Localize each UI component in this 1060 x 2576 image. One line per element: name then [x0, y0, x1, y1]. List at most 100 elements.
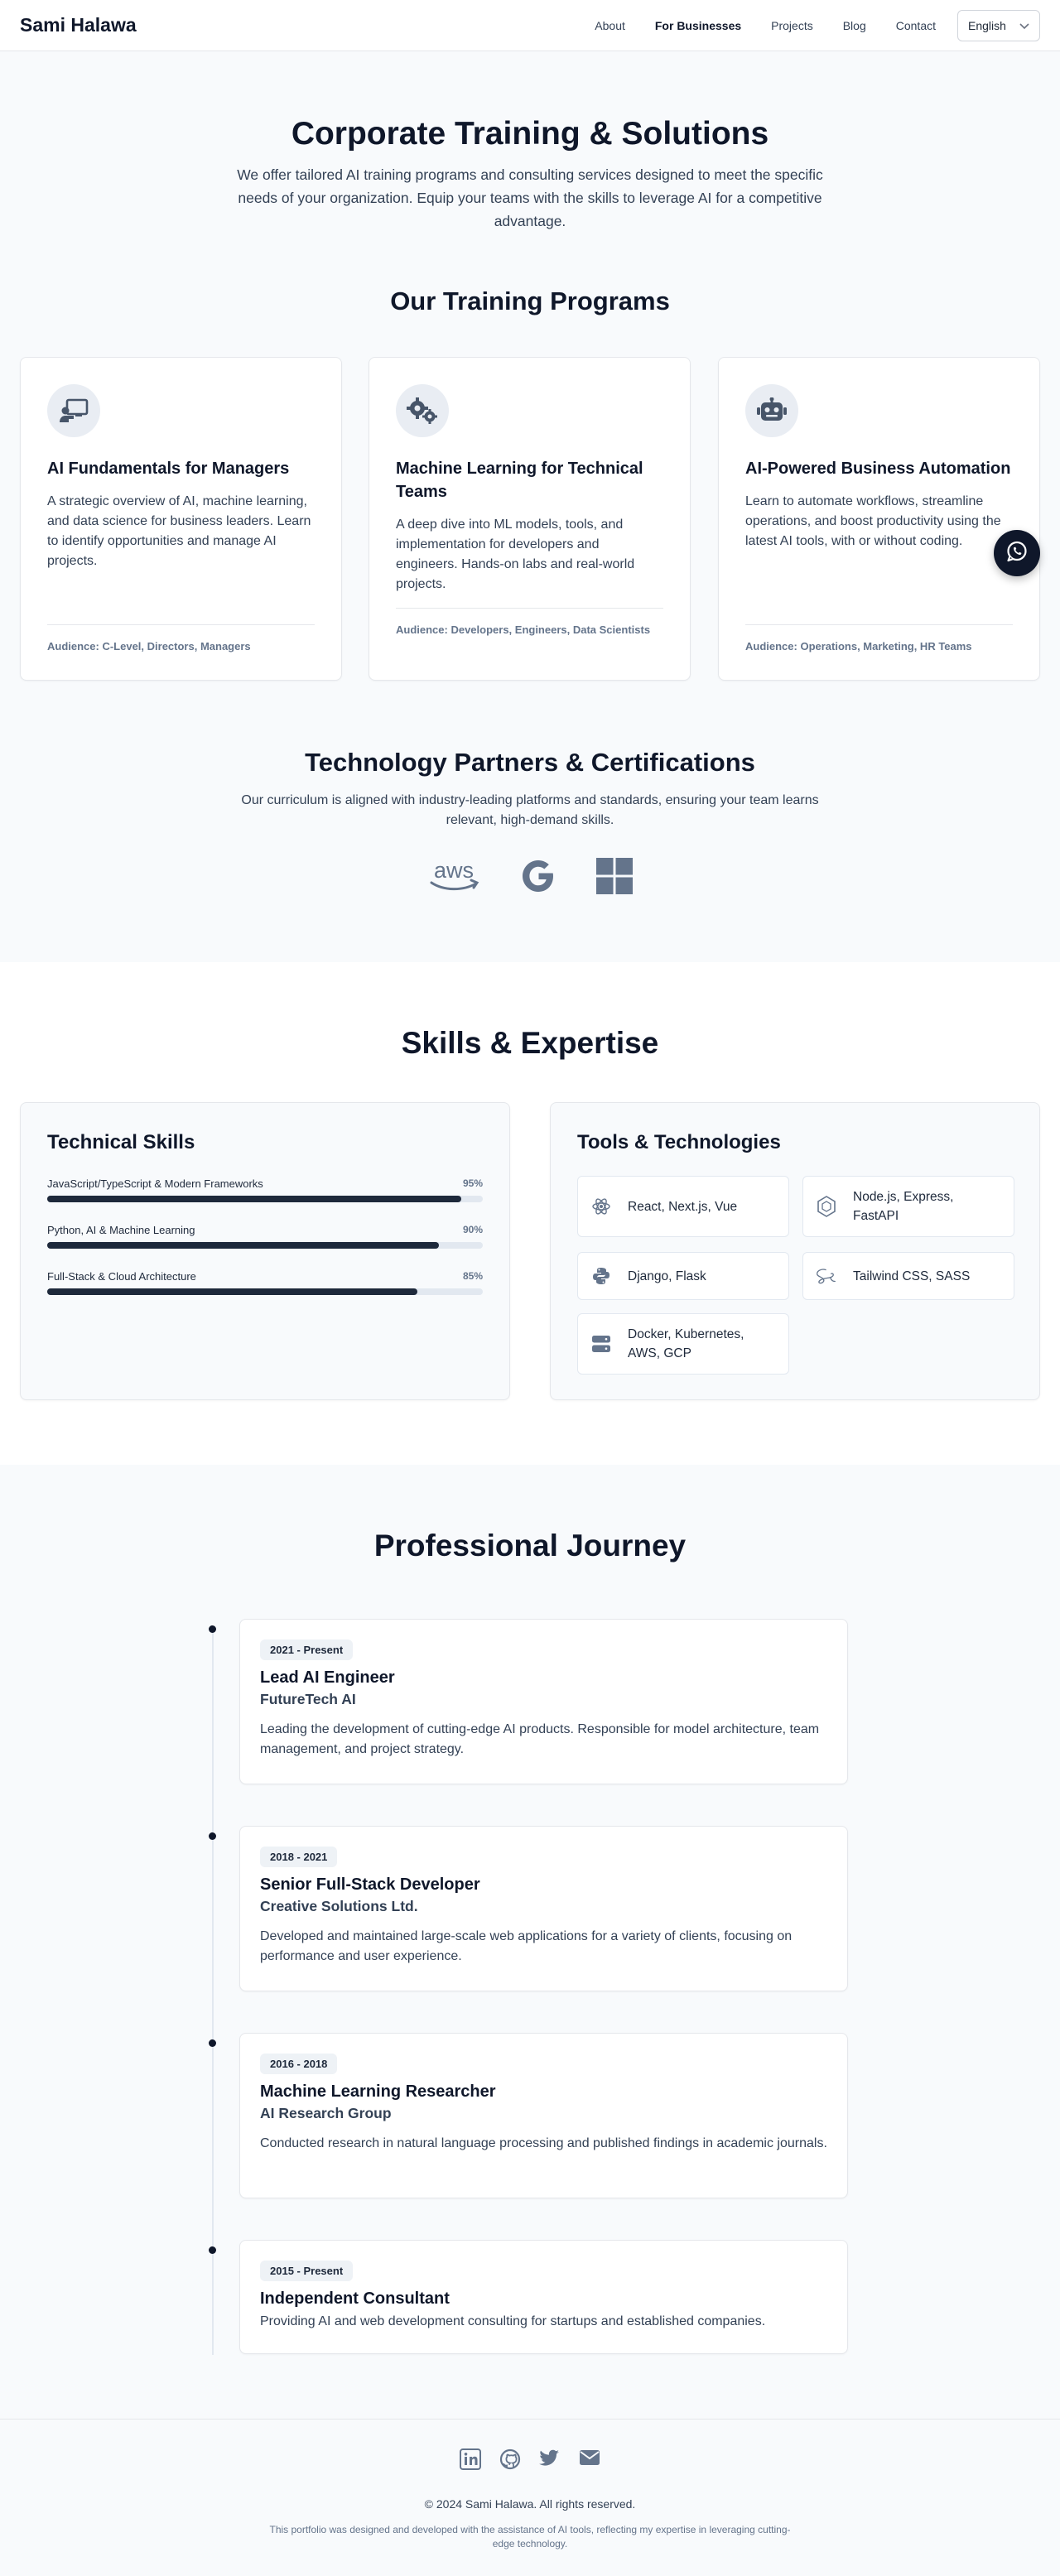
nav-about[interactable]: About	[595, 19, 625, 32]
journey-card: 2018 - 2021 Senior Full-Stack Developer …	[239, 1826, 848, 1991]
journey-role: Lead AI Engineer	[260, 1668, 395, 1687]
journey-company: Creative Solutions Ltd.	[260, 1898, 418, 1914]
technical-skills-card: Technical Skills JavaScript/TypeScript &…	[20, 1102, 510, 1400]
nodejs-icon	[815, 1196, 838, 1217]
journey-description: Conducted research in natural language p…	[260, 2136, 827, 2150]
tool-label: Django, Flask	[628, 1269, 706, 1283]
tool-item: Docker, Kubernetes, AWS, GCP	[577, 1313, 789, 1375]
aws-logo-text: aws	[434, 858, 474, 883]
technical-skills-title: Technical Skills	[47, 1131, 195, 1153]
journey-role: Senior Full-Stack Developer	[260, 1875, 480, 1894]
programs-title: Our Training Programs	[390, 286, 670, 315]
gears-icon	[396, 384, 449, 437]
mail-icon[interactable]	[579, 2448, 600, 2474]
github-icon[interactable]	[499, 2448, 521, 2474]
program-title: AI Fundamentals for Managers	[47, 460, 290, 478]
nav-blog[interactable]: Blog	[843, 19, 866, 32]
program-card: AI-Powered Business Automation Learn to …	[718, 357, 1040, 681]
skill-label: Full-Stack & Cloud Architecture	[47, 1270, 196, 1283]
program-audience: Audience: Developers, Engineers, Data Sc…	[396, 608, 663, 638]
skill-row: Python, AI & Machine Learning 90%	[47, 1224, 483, 1249]
partner-logos: aws	[0, 855, 1060, 898]
social-links	[0, 2448, 1060, 2474]
partners-subtitle: Our curriculum is aligned with industry-…	[241, 793, 819, 827]
skill-bar	[47, 1242, 483, 1249]
program-audience: Audience: C-Level, Directors, Managers	[47, 624, 315, 655]
tool-item: React, Next.js, Vue	[577, 1176, 789, 1237]
timeline-dot	[209, 1832, 216, 1840]
skill-bar	[47, 1196, 483, 1202]
period-badge: 2018 - 2021	[260, 1847, 338, 1867]
language-value: English	[968, 19, 1006, 32]
server-icon	[590, 1335, 613, 1353]
program-card: AI Fundamentals for Managers A strategic…	[20, 357, 342, 681]
tool-label: Docker, Kubernetes, AWS, GCP	[628, 1327, 744, 1360]
tool-item: Tailwind CSS, SASS	[802, 1252, 1014, 1300]
react-icon	[590, 1197, 613, 1216]
nav-projects[interactable]: Projects	[771, 19, 813, 32]
program-card: Machine Learning for Technical Teams A d…	[369, 357, 691, 681]
tool-label: React, Next.js, Vue	[628, 1199, 738, 1214]
copyright: © 2024 Sami Halawa. All rights reserved.	[424, 2497, 636, 2511]
aws-logo: aws	[427, 855, 480, 898]
skill-percent: 95%	[462, 1177, 483, 1189]
tool-item: Django, Flask	[577, 1252, 789, 1300]
main-nav: About For Businesses Projects Blog Conta…	[565, 10, 1040, 41]
journey-card: 2015 - Present Independent Consultant Pr…	[239, 2240, 848, 2354]
skill-label: Python, AI & Machine Learning	[47, 1224, 195, 1236]
page-title: Corporate Training & Solutions	[291, 116, 769, 152]
skill-percent: 85%	[462, 1270, 483, 1282]
program-audience: Audience: Operations, Marketing, HR Team…	[745, 624, 1013, 655]
site-logo[interactable]: Sami Halawa	[20, 14, 137, 36]
python-icon	[590, 1266, 613, 1286]
twitter-icon[interactable]	[539, 2448, 561, 2474]
journey-card: 2016 - 2018 Machine Learning Researcher …	[239, 2033, 848, 2198]
footer-divider	[0, 2419, 1060, 2420]
program-description: Learn to automate workflows, streamline …	[745, 494, 1001, 548]
program-title: Machine Learning for Technical Teams	[396, 460, 643, 501]
journey-title: Professional Journey	[373, 1529, 687, 1562]
skill-row: Full-Stack & Cloud Architecture 85%	[47, 1270, 483, 1295]
tool-label: Node.js, Express, FastAPI	[853, 1190, 954, 1223]
whatsapp-button[interactable]	[994, 530, 1040, 576]
skill-bar-fill	[47, 1196, 461, 1202]
program-description: A strategic overview of AI, machine lear…	[47, 494, 311, 568]
hero-subtitle: We offer tailored AI training programs a…	[237, 166, 823, 229]
chalkboard-teacher-icon	[47, 384, 100, 437]
skill-bar-fill	[47, 1288, 418, 1295]
skill-label: JavaScript/TypeScript & Modern Framework…	[47, 1177, 263, 1190]
tool-label: Tailwind CSS, SASS	[853, 1269, 971, 1283]
skills-title: Skills & Expertise	[401, 1026, 659, 1060]
language-select[interactable]: English	[957, 10, 1040, 41]
site-header: Sami Halawa About For Businesses Project…	[0, 0, 1060, 51]
timeline-dot	[209, 2039, 216, 2047]
journey-description: Leading the development of cutting-edge …	[260, 1722, 820, 1756]
google-logo	[518, 855, 558, 898]
program-title: AI-Powered Business Automation	[745, 460, 1011, 478]
journey-description: Providing AI and web development consult…	[260, 2314, 766, 2328]
period-badge: 2015 - Present	[260, 2261, 354, 2281]
program-description: A deep dive into ML models, tools, and i…	[396, 518, 635, 591]
tool-item: Node.js, Express, FastAPI	[802, 1176, 1014, 1237]
tools-title: Tools & Technologies	[577, 1131, 781, 1153]
journey-role: Independent Consultant	[260, 2290, 450, 2308]
microsoft-logo	[596, 855, 633, 898]
timeline-dot	[209, 2246, 216, 2254]
timeline-dot	[209, 1625, 216, 1633]
nav-for-businesses[interactable]: For Businesses	[655, 19, 741, 32]
chevron-down-icon	[1019, 19, 1029, 32]
journey-card: 2021 - Present Lead AI Engineer FutureTe…	[239, 1619, 848, 1784]
period-badge: 2021 - Present	[260, 1639, 354, 1660]
journey-company: FutureTech AI	[260, 1691, 356, 1707]
period-badge: 2016 - 2018	[260, 2054, 338, 2074]
skill-row: JavaScript/TypeScript & Modern Framework…	[47, 1177, 483, 1202]
skill-bar-fill	[47, 1242, 440, 1249]
tools-card: Tools & Technologies React, Next.js, Vue…	[550, 1102, 1040, 1400]
nav-contact[interactable]: Contact	[896, 19, 936, 32]
skill-bar	[47, 1288, 483, 1295]
whatsapp-icon	[1005, 540, 1029, 567]
footer-note: This portfolio was designed and develope…	[269, 2524, 791, 2550]
linkedin-icon[interactable]	[460, 2448, 481, 2474]
robot-icon	[745, 384, 798, 437]
partners-title: Technology Partners & Certifications	[305, 748, 755, 777]
